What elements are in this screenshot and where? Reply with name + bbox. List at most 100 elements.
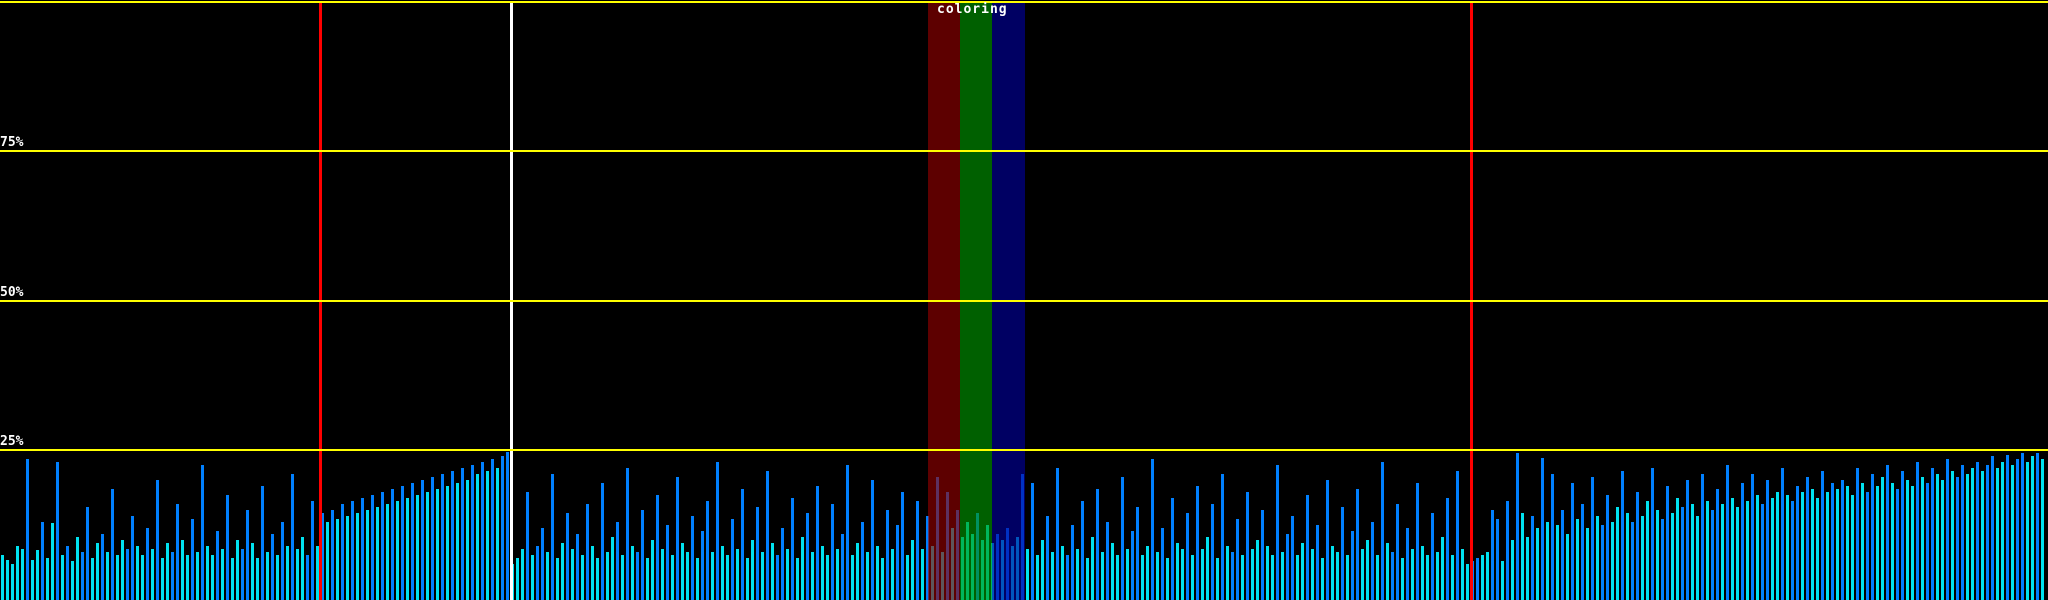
bar bbox=[366, 510, 369, 600]
bar bbox=[186, 555, 189, 600]
bar bbox=[126, 549, 129, 600]
bar bbox=[566, 513, 569, 600]
bar bbox=[411, 483, 414, 600]
bar bbox=[101, 534, 104, 600]
bar bbox=[16, 546, 19, 600]
bar bbox=[1426, 555, 1429, 600]
bar bbox=[36, 550, 39, 600]
bar bbox=[791, 498, 794, 600]
bar bbox=[911, 540, 914, 600]
bar bbox=[336, 519, 339, 600]
bar bbox=[1656, 510, 1659, 600]
bar bbox=[1191, 555, 1194, 600]
bar bbox=[1211, 504, 1214, 600]
bar bbox=[851, 555, 854, 600]
bar bbox=[1276, 465, 1279, 600]
bar bbox=[1741, 483, 1744, 600]
bar bbox=[576, 534, 579, 600]
bar bbox=[1951, 471, 1954, 600]
bar bbox=[621, 555, 624, 600]
bar bbox=[1551, 474, 1554, 600]
bar bbox=[1501, 561, 1504, 600]
bar bbox=[801, 537, 804, 600]
bar bbox=[1801, 492, 1804, 600]
bar bbox=[1521, 513, 1524, 600]
bar bbox=[96, 543, 99, 600]
bar bbox=[1531, 516, 1534, 600]
bar bbox=[1841, 480, 1844, 600]
bar bbox=[1081, 501, 1084, 600]
bar bbox=[1731, 498, 1734, 600]
bar bbox=[256, 558, 259, 600]
bar bbox=[521, 549, 524, 600]
bar bbox=[1916, 462, 1919, 600]
bar bbox=[1441, 537, 1444, 600]
bar bbox=[541, 528, 544, 600]
bar bbox=[1351, 531, 1354, 600]
bar bbox=[11, 564, 14, 600]
bar bbox=[116, 555, 119, 600]
bar bbox=[1076, 549, 1079, 600]
bar bbox=[691, 516, 694, 600]
bar bbox=[1596, 516, 1599, 600]
bar bbox=[471, 465, 474, 600]
bar bbox=[671, 555, 674, 600]
bar bbox=[1921, 477, 1924, 600]
bar bbox=[906, 555, 909, 600]
bar bbox=[1746, 501, 1749, 600]
bar bbox=[1481, 555, 1484, 600]
bar bbox=[686, 552, 689, 600]
bar bbox=[661, 549, 664, 600]
bar bbox=[631, 546, 634, 600]
bar bbox=[61, 555, 64, 600]
bar bbox=[211, 555, 214, 600]
bar bbox=[761, 552, 764, 600]
bar bbox=[1641, 516, 1644, 600]
bar bbox=[871, 480, 874, 600]
bar bbox=[286, 546, 289, 600]
bar bbox=[1066, 555, 1069, 600]
bar bbox=[2026, 462, 2029, 600]
bar bbox=[1621, 471, 1624, 600]
bar bbox=[561, 543, 564, 600]
bar bbox=[1126, 549, 1129, 600]
bar bbox=[1836, 489, 1839, 600]
bar bbox=[381, 492, 384, 600]
bar bbox=[1151, 459, 1154, 600]
bar bbox=[1886, 465, 1889, 600]
bar bbox=[2036, 453, 2039, 600]
bar bbox=[46, 558, 49, 600]
bar bbox=[496, 468, 499, 600]
bar bbox=[1181, 549, 1184, 600]
bar bbox=[1336, 552, 1339, 600]
bar bbox=[141, 555, 144, 600]
bar bbox=[1696, 516, 1699, 600]
bar bbox=[66, 546, 69, 600]
bar bbox=[2011, 465, 2014, 600]
bar bbox=[1871, 474, 1874, 600]
bar bbox=[1121, 477, 1124, 600]
bar bbox=[1846, 486, 1849, 600]
bar bbox=[401, 486, 404, 600]
bar bbox=[786, 549, 789, 600]
bar bbox=[741, 489, 744, 600]
bar bbox=[1401, 558, 1404, 600]
bar bbox=[866, 552, 869, 600]
bar bbox=[841, 534, 844, 600]
bar bbox=[1251, 549, 1254, 600]
bar bbox=[1891, 483, 1894, 600]
bar bbox=[1961, 465, 1964, 600]
bar bbox=[1176, 543, 1179, 600]
bar bbox=[1156, 552, 1159, 600]
bar bbox=[1626, 513, 1629, 600]
bar bbox=[856, 543, 859, 600]
bar bbox=[1906, 480, 1909, 600]
bar bbox=[1236, 519, 1239, 600]
bar bbox=[781, 528, 784, 600]
bar bbox=[1711, 510, 1714, 600]
bar bbox=[746, 558, 749, 600]
bar bbox=[1166, 558, 1169, 600]
bar bbox=[1036, 555, 1039, 600]
bar bbox=[681, 543, 684, 600]
bar bbox=[1701, 474, 1704, 600]
